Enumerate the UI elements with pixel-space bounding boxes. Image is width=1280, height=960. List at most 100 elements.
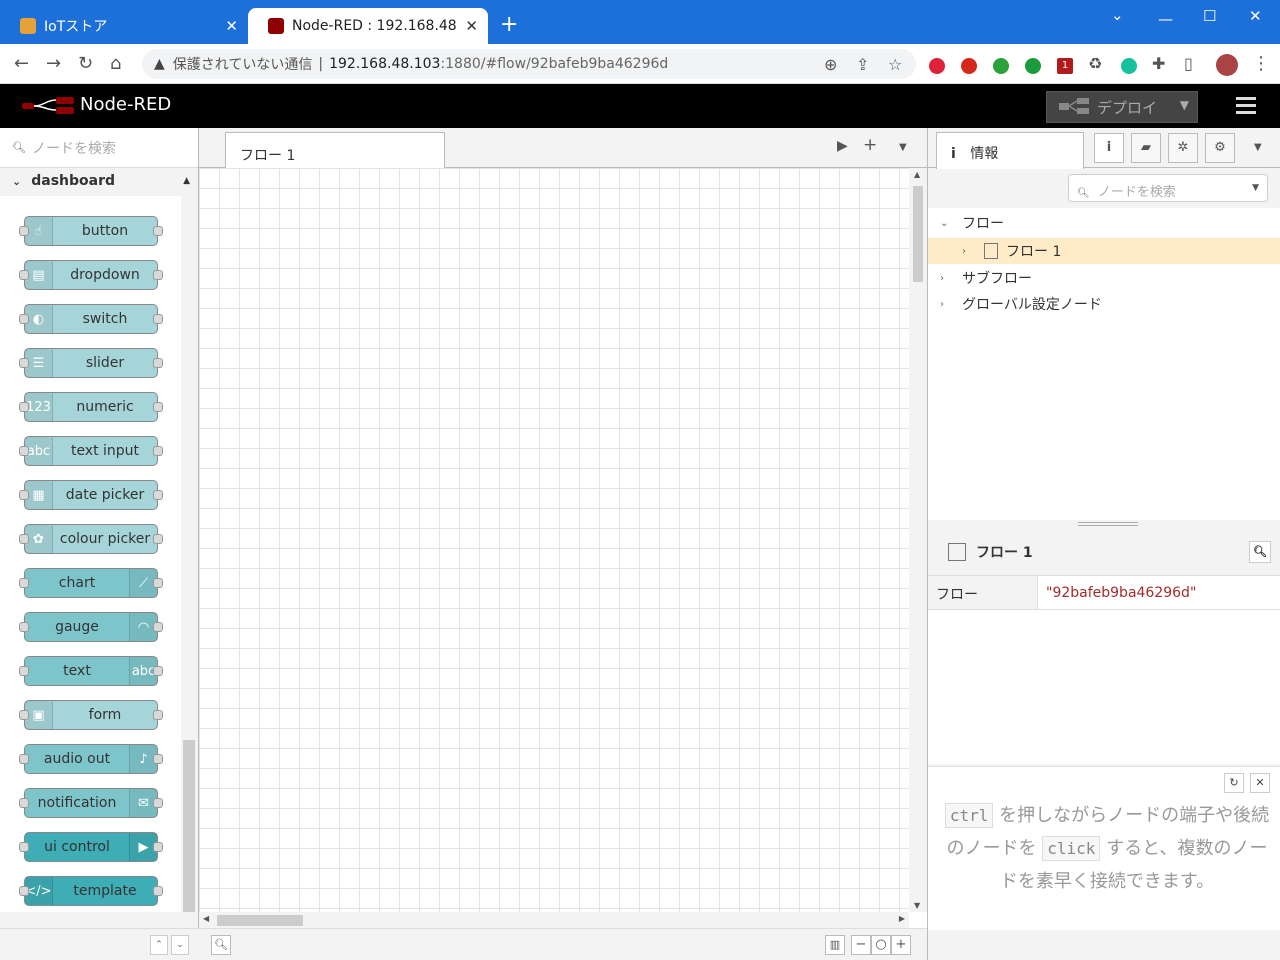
forward-arrow-icon[interactable]: → — [46, 53, 61, 74]
node-red-header: Node-RED デプロイ ▼ — [0, 84, 1280, 128]
caret-down-icon[interactable]: ▼ — [1180, 98, 1189, 112]
scroll-right-icon[interactable]: ▶ — [899, 914, 905, 923]
refresh-tip-icon[interactable]: ↻ — [1224, 773, 1244, 793]
badge-extension-icon[interactable]: 1 — [1057, 58, 1073, 74]
url-path: :1880/#flow/92bafeb9ba46296d — [440, 56, 669, 72]
address-bar[interactable]: ▲ 保護されていない通信 | 192.168.48.103 :1880/#flo… — [142, 49, 916, 79]
palette-node-gauge[interactable]: ◠ gauge — [19, 612, 163, 642]
zoom-icon[interactable]: ⊕ — [824, 55, 837, 74]
chrome-menu-icon[interactable]: ⋮ — [1252, 53, 1270, 74]
scroll-up-icon[interactable]: ▲ — [914, 170, 920, 179]
palette-node-audio-out[interactable]: ♪ audio out — [19, 744, 163, 774]
close-tab-icon[interactable]: ✕ — [465, 17, 478, 35]
reload-icon[interactable]: ↻ — [78, 53, 93, 74]
tab-search-chevron-icon[interactable]: ⌄ — [1111, 6, 1124, 24]
info-tab-icon[interactable]: i — [1094, 133, 1124, 163]
share-icon[interactable]: ⇪ — [856, 55, 869, 74]
palette-node-colour-picker[interactable]: ✿ colour picker — [19, 524, 163, 554]
profile-avatar[interactable] — [1216, 54, 1238, 76]
node-red-logo: Node-RED — [22, 94, 171, 115]
red-extension-icon[interactable] — [961, 58, 977, 74]
config-gear-icon[interactable]: ⚙ — [1205, 133, 1235, 163]
input-port — [19, 622, 29, 632]
palette-node-date-picker[interactable]: ▦ date picker — [19, 480, 163, 510]
flow-canvas[interactable] — [199, 168, 909, 912]
green-circle-extension-icon[interactable] — [1025, 58, 1041, 74]
scroll-tabs-right-icon[interactable]: ▶ — [837, 138, 848, 154]
browser-tab-node-red[interactable]: Node-RED : 192.168.48.103 ✕ — [248, 8, 488, 44]
palette-node-text[interactable]: abc text — [19, 656, 163, 686]
close-window-icon[interactable]: ✕ — [1249, 7, 1262, 25]
palette-node-form[interactable]: ▣ form — [19, 700, 163, 730]
output-port — [153, 534, 163, 544]
zoom-out-icon[interactable]: − — [851, 935, 871, 955]
flow-list-caret-icon[interactable]: ▼ — [899, 142, 907, 153]
properties-header: フロー 1 🔍︎ — [928, 528, 1280, 576]
scroll-left-icon[interactable]: ◀ — [203, 914, 209, 923]
debug-bug-icon[interactable]: ✲ — [1168, 133, 1198, 163]
palette-node-dropdown[interactable]: ▤ dropdown — [19, 260, 163, 290]
tab-flow-1[interactable]: フロー 1 — [225, 132, 445, 169]
grammarly-extension-icon[interactable] — [1121, 58, 1137, 74]
search-icon[interactable]: 🔍︎ — [1249, 541, 1271, 563]
scroll-down-icon[interactable]: ▼ — [914, 901, 920, 910]
output-port — [153, 622, 163, 632]
zoom-reset-icon[interactable]: ○ — [871, 935, 891, 955]
evernote-extension-icon[interactable] — [993, 58, 1009, 74]
close-tab-icon[interactable]: ✕ — [225, 17, 238, 35]
input-port — [19, 710, 29, 720]
palette-scrollbar[interactable] — [183, 740, 195, 912]
bookmark-star-icon[interactable]: ☆ — [888, 55, 902, 74]
browser-tab-iot-store[interactable]: IoTストア ✕ — [0, 8, 248, 44]
recycle-extension-icon[interactable]: ♻ — [1088, 54, 1102, 73]
input-port — [19, 402, 29, 412]
palette-node-ui-control[interactable]: ▶ ui control — [19, 832, 163, 862]
extensions-puzzle-icon[interactable]: ✚ — [1152, 54, 1165, 73]
new-tab-button[interactable]: + — [500, 12, 518, 37]
palette-node-switch[interactable]: ◐ switch — [19, 304, 163, 334]
palette-category-header[interactable]: ⌄ dashboard ▲ — [0, 168, 198, 194]
input-port — [19, 490, 29, 500]
expand-all-icon[interactable]: ⌄ — [171, 935, 189, 955]
palette-node-numeric[interactable]: 123 numeric — [19, 392, 163, 422]
caret-down-icon[interactable]: ▼ — [1252, 183, 1259, 193]
add-flow-icon[interactable]: + — [863, 135, 877, 155]
palette-node-notification[interactable]: ✉ notification — [19, 788, 163, 818]
tree-item-global-config[interactable]: › グローバル設定ノード — [928, 291, 1280, 317]
warning-icon[interactable]: ▲ — [154, 56, 165, 72]
palette-node-template[interactable]: </> template — [19, 876, 163, 906]
minimize-window-icon[interactable]: — — [1158, 10, 1173, 28]
search-flows-icon[interactable]: 🔍︎ — [211, 935, 231, 955]
gmail-extension-icon[interactable] — [929, 58, 945, 74]
tree-item-flow-1[interactable]: › フロー 1 — [928, 238, 1280, 264]
palette-node-chart[interactable]: ⟋ chart — [19, 568, 163, 598]
close-tip-icon[interactable]: ✕ — [1250, 773, 1270, 793]
canvas-vertical-scrollbar[interactable]: ▲ ▼ — [909, 168, 927, 912]
navigator-map-icon[interactable]: ▥ — [825, 935, 845, 955]
palette-node-text-input[interactable]: abc text input — [19, 436, 163, 466]
palette-node-slider[interactable]: ☰ slider — [19, 348, 163, 378]
help-book-icon[interactable]: ▰ — [1131, 133, 1161, 163]
sidebar-resize-handle[interactable] — [1078, 522, 1138, 526]
collapse-all-icon[interactable]: ⌃ — [150, 935, 168, 955]
sidebar-search-input[interactable]: 🔍︎ ノードを検索 ▼ — [1068, 174, 1268, 202]
sidebar-menu-caret-icon[interactable]: ▼ — [1254, 142, 1262, 153]
back-arrow-icon[interactable]: ← — [14, 53, 29, 74]
collapse-up-icon[interactable]: ▲ — [183, 176, 190, 186]
tree-item-subflows[interactable]: › サブフロー — [928, 265, 1280, 291]
home-icon[interactable]: ⌂ — [110, 53, 121, 74]
tab-title: Node-RED : 192.168.48.103 — [292, 18, 457, 34]
deploy-button[interactable]: デプロイ ▼ — [1046, 91, 1198, 123]
palette-search-input[interactable]: 🔍︎ ノードを検索 — [0, 128, 198, 168]
main-menu-icon[interactable] — [1236, 97, 1256, 118]
vertical-scroll-thumb[interactable] — [913, 186, 923, 282]
maximize-window-icon[interactable]: ☐ — [1203, 7, 1216, 25]
canvas-horizontal-scrollbar[interactable]: ◀ ▶ — [199, 912, 909, 928]
tab-info[interactable]: i 情報 — [936, 132, 1084, 169]
horizontal-scroll-thumb[interactable] — [217, 915, 303, 926]
side-panel-icon[interactable]: ▯ — [1184, 54, 1193, 73]
tree-item-flows[interactable]: ⌄ フロー — [928, 210, 1280, 236]
palette-node-button[interactable]: ☝ button — [19, 216, 163, 246]
sidebar-tab-bar: i 情報 i ▰ ✲ ⚙ ▼ — [928, 128, 1280, 169]
zoom-in-icon[interactable]: + — [891, 935, 911, 955]
